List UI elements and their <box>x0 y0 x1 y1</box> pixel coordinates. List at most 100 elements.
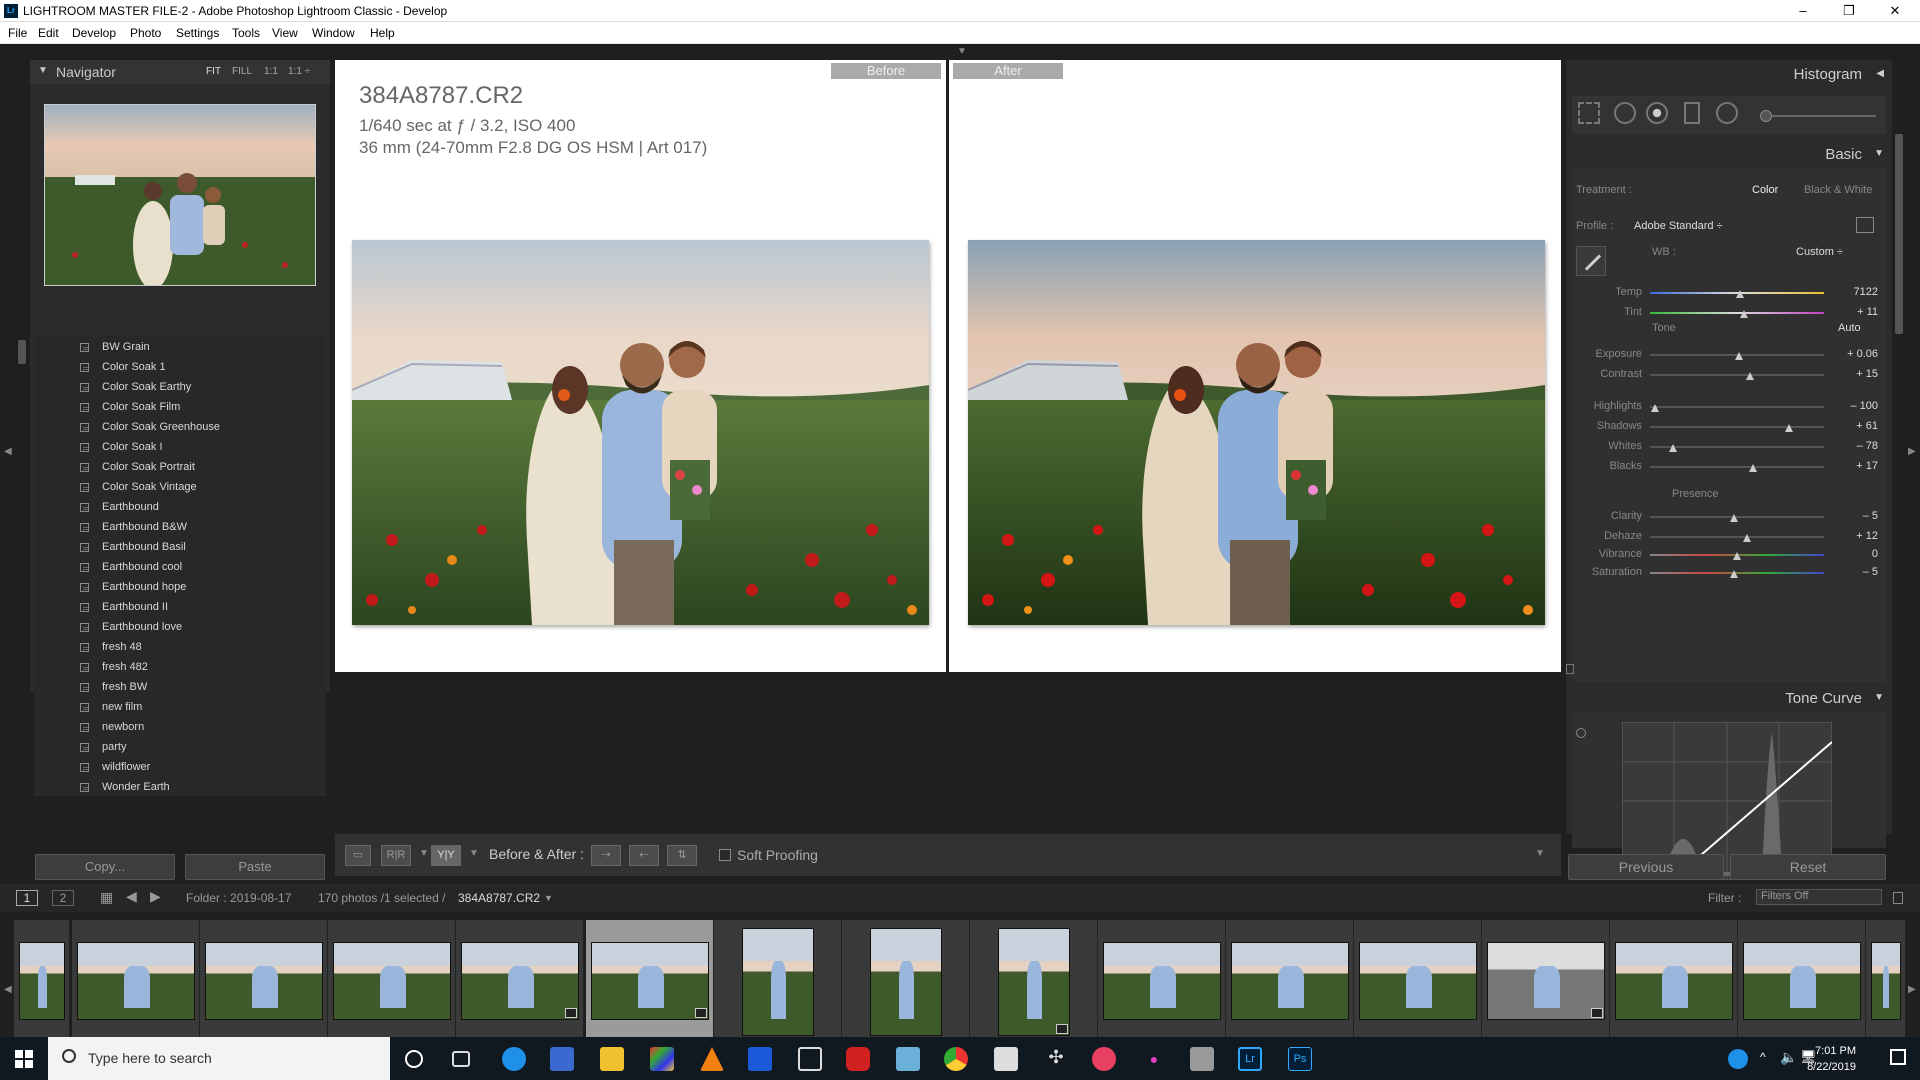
menu-edit[interactable]: Edit <box>38 26 59 40</box>
right-panel-scrollbar[interactable] <box>1895 134 1903 334</box>
treatment-bw-option[interactable]: Black & White <box>1804 184 1872 196</box>
chrome-icon[interactable] <box>944 1047 968 1071</box>
menu-develop[interactable]: Develop <box>72 26 116 40</box>
filmstrip-cell[interactable] <box>328 920 456 1048</box>
split-dropdown-icon[interactable]: ▼ <box>469 848 479 859</box>
top-panel-toggle-icon[interactable]: ▼ <box>957 46 967 57</box>
store-icon[interactable] <box>550 1047 574 1071</box>
white-balance-picker-icon[interactable] <box>1576 246 1606 276</box>
malwarebytes-icon[interactable] <box>748 1047 772 1071</box>
exposure-slider-thumb[interactable] <box>1734 352 1743 360</box>
temp-slider-thumb[interactable] <box>1736 290 1745 298</box>
preset-item[interactable]: fresh 48 <box>34 638 326 658</box>
tint-value[interactable]: + 11 <box>1822 306 1878 318</box>
file-explorer-icon[interactable] <box>600 1047 624 1071</box>
preset-item[interactable]: Earthbound love <box>34 618 326 638</box>
tone-curve-toggle-switch[interactable] <box>1566 664 1574 674</box>
picsart-icon[interactable]: ● <box>1142 1047 1166 1071</box>
after-photo[interactable] <box>968 240 1545 625</box>
preset-item[interactable]: Earthbound Basil <box>34 538 326 558</box>
preset-item[interactable]: Color Soak 1 <box>34 358 326 378</box>
filmstrip-cell[interactable] <box>586 920 714 1048</box>
filmstrip-cell[interactable] <box>1226 920 1354 1048</box>
edge-browser-icon[interactable] <box>502 1047 526 1071</box>
tray-chevron-icon[interactable]: ^ <box>1760 1050 1766 1064</box>
forward-arrow-icon[interactable]: ▶ <box>150 888 161 905</box>
before-after-lr-button[interactable]: R|R <box>381 845 411 866</box>
reset-button[interactable]: Reset <box>1730 854 1886 880</box>
shadows-slider[interactable] <box>1650 426 1824 428</box>
help-icon[interactable] <box>1728 1049 1748 1069</box>
spot-removal-tool-icon[interactable] <box>1614 102 1636 124</box>
profile-select[interactable]: Adobe Standard ÷ <box>1634 220 1723 232</box>
filmstrip-left-arrow-icon[interactable]: ◀ <box>4 984 12 995</box>
zoom-fill[interactable]: FILL <box>232 66 252 77</box>
preset-item[interactable]: Earthbound II <box>34 598 326 618</box>
monitor-2-button[interactable]: 2 <box>52 890 74 906</box>
view-mode-dropdown-icon[interactable]: ▼ <box>419 848 429 859</box>
preset-item[interactable]: Earthbound B&W <box>34 518 326 538</box>
monitor-1-button[interactable]: 1 <box>16 890 38 906</box>
filmstrip-cell[interactable] <box>1610 920 1738 1048</box>
lightroom-taskbar-icon[interactable]: Lr <box>1238 1047 1262 1071</box>
maximize-button[interactable]: ❐ <box>1826 0 1872 22</box>
left-panel-scrollbar[interactable] <box>18 340 26 364</box>
copy-button[interactable]: Copy... <box>35 854 175 880</box>
saturation-value[interactable]: – 5 <box>1822 566 1878 578</box>
preset-item[interactable]: Color Soak Film <box>34 398 326 418</box>
red-eye-tool-icon[interactable] <box>1646 102 1668 124</box>
mail-icon[interactable] <box>994 1047 1018 1071</box>
calendar-icon[interactable] <box>798 1047 822 1071</box>
taskbar-clock[interactable]: 7:01 PM 8/22/2019 <box>1807 1043 1856 1075</box>
preset-item[interactable]: fresh 482 <box>34 658 326 678</box>
app-icon[interactable] <box>896 1047 920 1071</box>
shadows-value[interactable]: + 61 <box>1822 420 1878 432</box>
notifications-icon[interactable] <box>1890 1049 1906 1065</box>
dehaze-value[interactable]: + 12 <box>1822 530 1878 542</box>
windows-start-icon[interactable] <box>15 1050 33 1068</box>
crop-tool-icon[interactable] <box>1578 102 1600 124</box>
preset-item[interactable]: party <box>34 738 326 758</box>
basic-header[interactable]: Basic ▼ <box>1566 140 1892 168</box>
menu-tools[interactable]: Tools <box>232 26 260 40</box>
menu-file[interactable]: File <box>8 26 27 40</box>
filter-lock-icon[interactable] <box>1893 892 1903 904</box>
preset-item[interactable]: Earthbound hope <box>34 578 326 598</box>
before-photo[interactable] <box>352 240 929 625</box>
toolbar-options-chevron-icon[interactable]: ▼ <box>1535 848 1545 859</box>
graduated-filter-icon[interactable] <box>1684 102 1700 124</box>
filter-select[interactable]: Filters Off <box>1756 889 1882 905</box>
blacks-slider-thumb[interactable] <box>1748 464 1757 472</box>
close-button[interactable]: ✕ <box>1872 0 1918 22</box>
vibrance-value[interactable]: 0 <box>1822 548 1878 560</box>
left-panel-toggle-icon[interactable]: ◀ <box>4 446 12 457</box>
copy-after-to-before-icon[interactable]: ⇠ <box>629 845 659 866</box>
swap-before-after-icon[interactable]: ⇅ <box>667 845 697 866</box>
preset-item[interactable]: Earthbound <box>34 498 326 518</box>
before-after-split-button[interactable]: Y|Y <box>431 845 461 866</box>
saturation-slider-thumb[interactable] <box>1729 570 1738 578</box>
filmstrip-cell[interactable] <box>456 920 584 1048</box>
preset-item[interactable]: Earthbound cool <box>34 558 326 578</box>
filmstrip-cell[interactable] <box>200 920 328 1048</box>
right-panel-toggle-icon[interactable]: ▶ <box>1908 446 1916 457</box>
radial-filter-icon[interactable] <box>1716 102 1738 124</box>
preset-item[interactable]: Color Soak Vintage <box>34 478 326 498</box>
tint-slider[interactable] <box>1650 312 1824 314</box>
menu-settings[interactable]: Settings <box>176 26 219 40</box>
app-icon-2[interactable] <box>1190 1047 1214 1071</box>
soft-proofing-checkbox[interactable] <box>719 849 731 861</box>
preset-item[interactable]: BW Grain <box>34 338 326 358</box>
treatment-color-option[interactable]: Color <box>1752 184 1778 196</box>
menu-photo[interactable]: Photo <box>130 26 161 40</box>
filename-dropdown-icon[interactable]: ▼ <box>544 893 553 903</box>
clarity-slider-thumb[interactable] <box>1729 514 1738 522</box>
copy-before-to-after-icon[interactable]: ⇢ <box>591 845 621 866</box>
whites-slider-thumb[interactable] <box>1668 444 1677 452</box>
photoshop-taskbar-icon[interactable]: Ps <box>1288 1047 1312 1071</box>
task-view-icon[interactable] <box>452 1051 470 1067</box>
preset-item[interactable]: wildflower <box>34 758 326 778</box>
histogram-header[interactable]: Histogram ◀ <box>1566 60 1892 88</box>
preset-item[interactable]: new film <box>34 698 326 718</box>
highlights-slider-thumb[interactable] <box>1651 404 1660 412</box>
